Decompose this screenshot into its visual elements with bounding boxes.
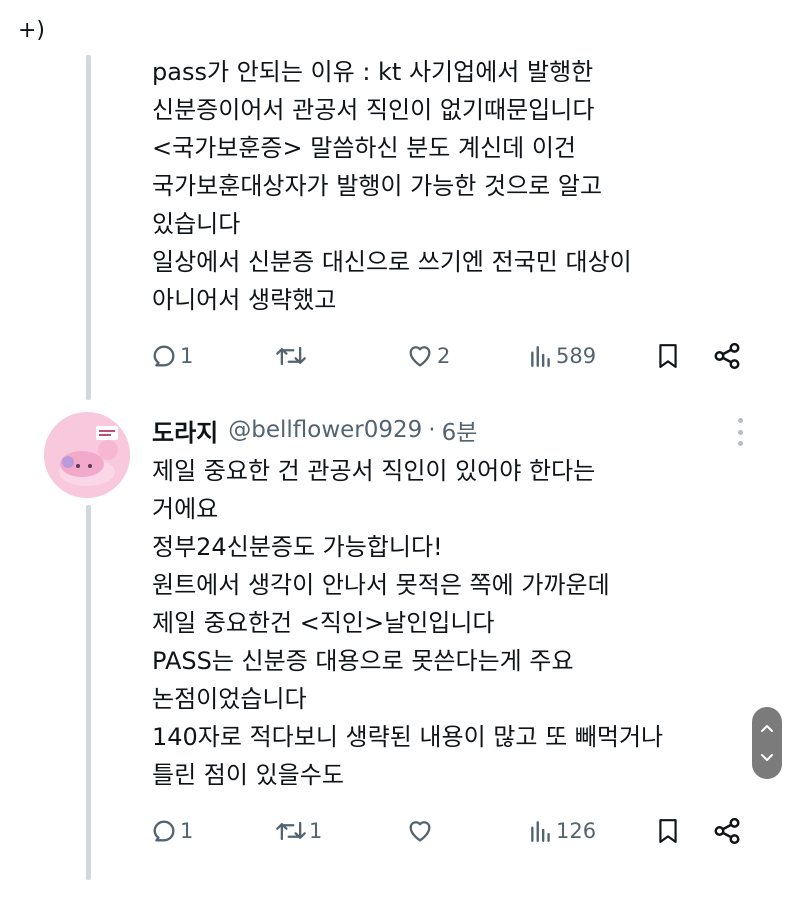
separator-dot: · bbox=[428, 417, 436, 443]
thread-line bbox=[86, 55, 91, 400]
tweet-text-line: 거에요 bbox=[152, 495, 219, 523]
dot-shape bbox=[737, 441, 743, 446]
retweet-arrows-icon bbox=[276, 821, 306, 841]
retweet-count: 1 bbox=[309, 819, 323, 843]
chevron-down-icon[interactable] bbox=[759, 752, 775, 764]
share-button[interactable] bbox=[712, 813, 742, 849]
bookmark-icon bbox=[659, 819, 677, 843]
tweet-text-line: pass가 안되는 이유 : kt 사기업에서 발행한 bbox=[152, 58, 594, 86]
tweet-text-line: 아니어서 생략했고 bbox=[152, 286, 337, 314]
share-button[interactable] bbox=[712, 338, 742, 374]
thread-line bbox=[86, 505, 91, 880]
previous-tweet-fragment: +) bbox=[18, 18, 46, 43]
tweet-text-line: 제일 중요한건 <직인>날인입니다 bbox=[152, 609, 495, 637]
dot-shape bbox=[737, 418, 743, 423]
avatar[interactable] bbox=[44, 412, 130, 498]
more-dots-icon[interactable] bbox=[730, 418, 750, 446]
chevron-up-icon[interactable] bbox=[759, 722, 775, 734]
reply-count: 1 bbox=[180, 344, 194, 368]
like-button[interactable] bbox=[405, 813, 437, 849]
avatar-image bbox=[44, 412, 130, 498]
tweet-text-line: 틀린 점이 있을수도 bbox=[152, 761, 344, 789]
tweet-text: pass가 안되는 이유 : kt 사기업에서 발행한 신분증이어서 관공서 직… bbox=[152, 53, 752, 319]
tweet-header: 도라지 @bellflower0929 · 6분 bbox=[152, 411, 477, 449]
tweet-text-line: 논점이었습니다 bbox=[152, 685, 307, 713]
tweet-text-line: 140자로 적다보니 생략된 내용이 많고 또 빼먹거나 bbox=[152, 723, 664, 751]
tweet-text-line: 정부24신분증도 가능합니다! bbox=[152, 533, 443, 561]
tweet-text: 제일 중요한 건 관공서 직인이 있어야 한다는 거에요 정부24신분증도 가능… bbox=[152, 452, 752, 794]
tweet-text-line: <국가보훈증> 말씀하신 분도 계신데 이건 bbox=[152, 134, 577, 162]
tweet-text-line: PASS는 신분증 대용으로 못쓴다는게 주요 bbox=[152, 647, 574, 675]
reply-count: 1 bbox=[180, 819, 194, 843]
reply-button[interactable]: 1 bbox=[150, 813, 193, 849]
tweet-actions: 1 1 126 bbox=[150, 813, 750, 849]
tweet-text-line: 일상에서 신분증 대신으로 쓰기엔 전국민 대상이 bbox=[152, 248, 632, 276]
retweet-button[interactable] bbox=[275, 338, 309, 374]
view-count: 589 bbox=[556, 344, 597, 368]
view-count: 126 bbox=[556, 819, 597, 843]
scroll-up-down-icon[interactable] bbox=[752, 707, 782, 779]
heart-icon bbox=[409, 821, 431, 842]
bar-chart-icon bbox=[531, 821, 550, 842]
like-button[interactable]: 2 bbox=[405, 338, 450, 374]
tweet-actions: 1 2 589 bbox=[150, 338, 750, 374]
speech-bubble-icon bbox=[153, 345, 175, 367]
timestamp[interactable]: 6분 bbox=[442, 413, 478, 447]
views-button[interactable]: 126 bbox=[528, 813, 596, 849]
tweet-text-line: 있습니다 bbox=[152, 210, 241, 238]
user-handle[interactable]: @bellflower0929 bbox=[228, 417, 422, 443]
tweet-text-line: 원트에서 생각이 안나서 못적은 쪽에 가까운데 bbox=[152, 571, 610, 599]
heart-icon bbox=[409, 346, 431, 367]
like-count: 2 bbox=[437, 344, 451, 368]
bookmark-icon bbox=[659, 344, 677, 368]
views-button[interactable]: 589 bbox=[528, 338, 596, 374]
bar-chart-icon bbox=[531, 346, 550, 367]
retweet-arrows-icon bbox=[276, 346, 306, 366]
share-icon bbox=[714, 817, 740, 845]
bookmark-button[interactable] bbox=[655, 338, 681, 374]
dot-shape bbox=[737, 429, 743, 435]
display-name[interactable]: 도라지 bbox=[152, 413, 218, 448]
share-icon bbox=[714, 342, 740, 370]
tweet-text-line: 신분증이어서 관공서 직인이 없기때문입니다 bbox=[152, 96, 595, 124]
reply-button[interactable]: 1 bbox=[150, 338, 193, 374]
retweet-button[interactable]: 1 bbox=[275, 813, 322, 849]
tweet-text-line: 제일 중요한 건 관공서 직인이 있어야 한다는 bbox=[152, 457, 596, 485]
bookmark-button[interactable] bbox=[655, 813, 681, 849]
speech-bubble-icon bbox=[153, 820, 175, 842]
tweet-text-line: 국가보훈대상자가 발행이 가능한 것으로 알고 bbox=[152, 172, 603, 200]
